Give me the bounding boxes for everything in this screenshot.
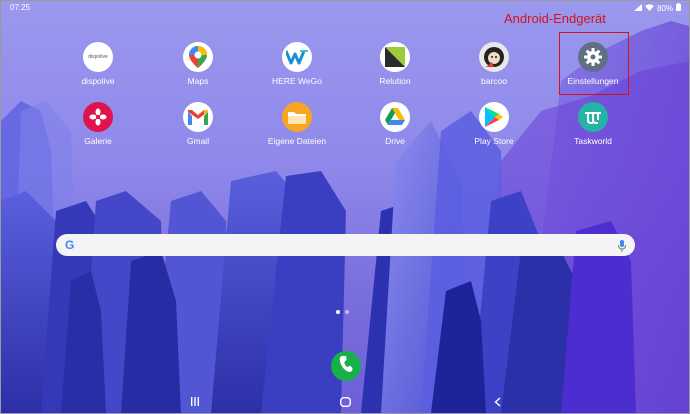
app-gallery[interactable]: Galerie bbox=[58, 102, 138, 146]
battery-level: 80% bbox=[656, 3, 673, 13]
app-settings[interactable]: Einstellungen bbox=[553, 42, 633, 86]
battery-icon bbox=[676, 3, 681, 13]
app-taskworld[interactable]: Taskworld bbox=[553, 102, 633, 146]
microphone-icon[interactable] bbox=[618, 239, 626, 257]
page-dot-active bbox=[336, 310, 340, 314]
maps-icon bbox=[183, 42, 213, 72]
page-indicator bbox=[336, 310, 349, 314]
app-label: Taskworld bbox=[574, 136, 612, 146]
google-search-bar[interactable]: G bbox=[56, 234, 635, 256]
signal-icon bbox=[633, 3, 642, 13]
here-wego-icon bbox=[282, 42, 312, 72]
android-home-screen: 07:25 80% Android-Endgerät dispolive dis… bbox=[0, 0, 690, 414]
app-phone[interactable] bbox=[331, 351, 361, 381]
app-label: Einstellungen bbox=[567, 76, 619, 86]
app-gmail[interactable]: Gmail bbox=[158, 102, 238, 146]
app-label: HERE WeGo bbox=[272, 76, 322, 86]
app-dispolive[interactable]: dispolive dispolive bbox=[58, 42, 138, 86]
home-button[interactable] bbox=[339, 396, 352, 410]
app-label: Gmail bbox=[186, 136, 210, 146]
app-label: Maps bbox=[187, 76, 209, 86]
app-here-wego[interactable]: HERE WeGo bbox=[257, 42, 337, 86]
app-label: dispolive bbox=[81, 76, 115, 86]
app-label: Drive bbox=[385, 136, 405, 146]
app-drive[interactable]: Drive bbox=[355, 102, 435, 146]
taskworld-icon bbox=[578, 102, 608, 132]
gmail-icon bbox=[183, 102, 213, 132]
app-label: Eigene Dateien bbox=[267, 136, 327, 146]
wifi-icon bbox=[644, 3, 654, 13]
google-logo-icon: G bbox=[65, 238, 75, 252]
dispolive-icon: dispolive bbox=[83, 42, 113, 72]
gallery-icon bbox=[83, 102, 113, 132]
app-my-files[interactable]: Eigene Dateien bbox=[257, 102, 337, 146]
relution-icon bbox=[380, 42, 410, 72]
app-label: Relution bbox=[379, 76, 411, 86]
page-dot bbox=[345, 310, 349, 314]
app-label: Play Store bbox=[474, 136, 514, 146]
app-relution[interactable]: Relution bbox=[355, 42, 435, 86]
app-play-store[interactable]: Play Store bbox=[454, 102, 534, 146]
app-barcoo[interactable]: barcoo bbox=[454, 42, 534, 86]
phone-icon bbox=[339, 355, 353, 377]
status-time: 07:25 bbox=[10, 3, 31, 12]
back-button[interactable] bbox=[494, 397, 501, 410]
device-annotation-label: Android-Endgerät bbox=[504, 11, 606, 26]
barcoo-icon bbox=[479, 42, 509, 72]
app-label: Galerie bbox=[84, 136, 112, 146]
play-store-icon bbox=[479, 102, 509, 132]
app-label: barcoo bbox=[481, 76, 507, 86]
gear-icon bbox=[578, 42, 608, 72]
folder-icon bbox=[282, 102, 312, 132]
app-maps[interactable]: Maps bbox=[158, 42, 238, 86]
drive-icon bbox=[380, 102, 410, 132]
recent-apps-button[interactable] bbox=[190, 397, 200, 409]
